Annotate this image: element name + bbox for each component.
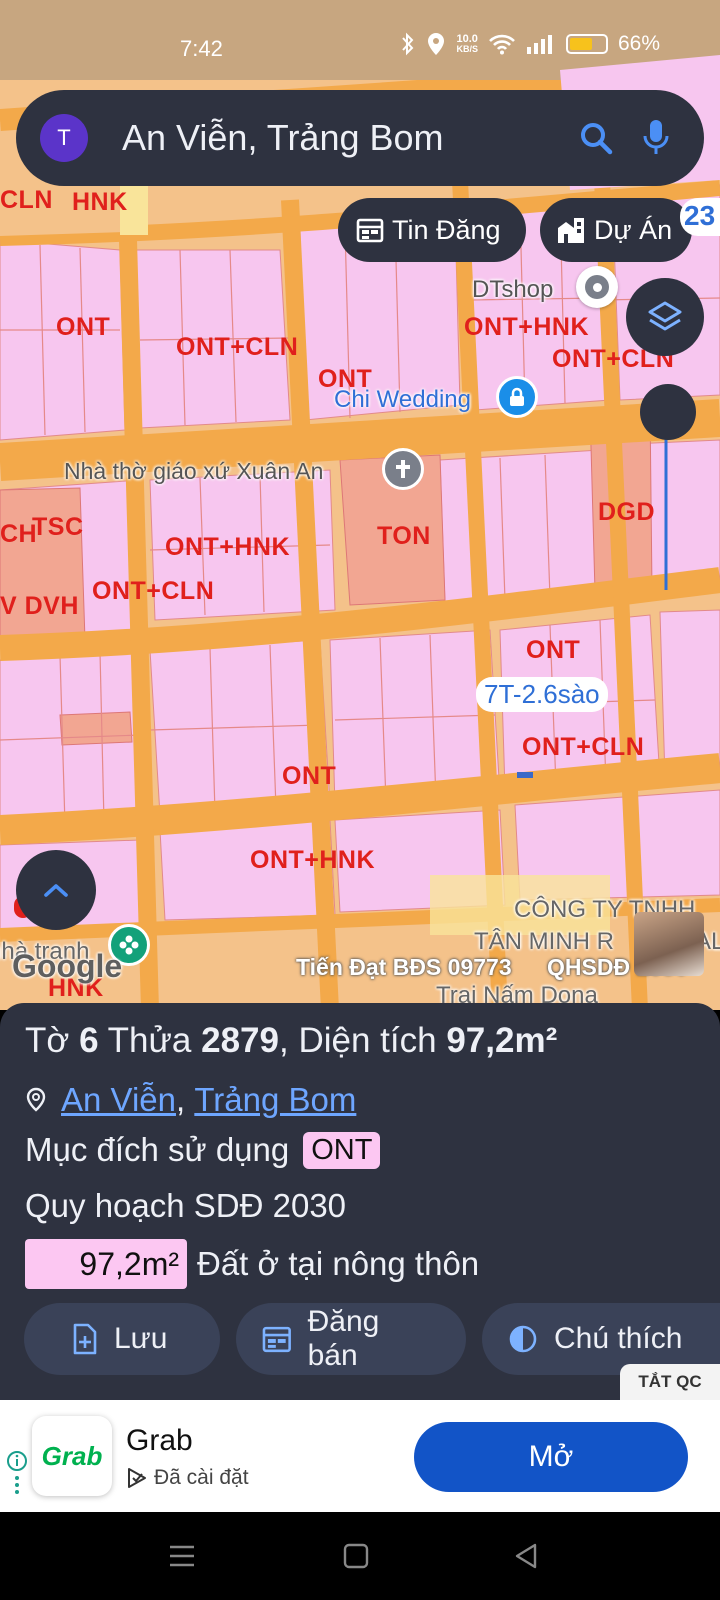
zone-label: TSC	[32, 513, 84, 541]
menu-icon[interactable]	[164, 1538, 200, 1574]
district-link[interactable]: Trảng Bom	[194, 1081, 356, 1119]
play-check-icon	[128, 1468, 146, 1488]
search-input[interactable]: An Viễn, Trảng Bom	[88, 117, 566, 159]
net-speed-value: 10.0	[456, 33, 478, 45]
news-chip-label: Tin Đăng	[392, 214, 501, 245]
search-bar[interactable]: T An Viễn, Trảng Bom	[16, 90, 704, 186]
zone-label: HNK	[72, 188, 128, 216]
plan-title: Quy hoạch SDĐ 2030	[25, 1187, 347, 1224]
profile-thumbnail[interactable]	[634, 912, 704, 976]
status-time: 7:42	[180, 36, 223, 61]
zone-label: ONT+CLN	[176, 333, 299, 361]
purpose-badge: ONT	[303, 1131, 381, 1169]
ad-banner[interactable]: Grab Grab Đã cài đặt Mở	[0, 1400, 720, 1512]
battery-icon	[565, 34, 608, 54]
battery-fill	[569, 38, 593, 50]
news-chip[interactable]: Tin Đăng	[338, 198, 526, 262]
wifi-icon	[489, 34, 515, 55]
sheet-to-label: Tờ	[25, 1021, 70, 1060]
poi-church-label[interactable]: Nhà thờ giáo xứ Xuân An	[64, 458, 323, 485]
home-icon[interactable]	[338, 1538, 374, 1574]
watermark-label: Tiến Đạt BĐS 09773	[296, 954, 512, 980]
zone-label: TON	[377, 522, 431, 550]
lot-tag[interactable]: 7T-2.6sào	[476, 677, 608, 712]
signal-icon	[526, 35, 552, 54]
zone-label: ONT	[282, 762, 337, 790]
poi-wedding-label[interactable]: Chi Wedding	[334, 386, 471, 414]
land-type-label: Đất ở tại nông thôn	[197, 1245, 480, 1282]
microphone-icon[interactable]	[626, 108, 686, 168]
add-file-icon	[73, 1323, 97, 1355]
land-area-row: 97,2m² Đất ở tại nông thôn	[25, 1239, 479, 1289]
grab-logo[interactable]: Grab	[32, 1416, 112, 1496]
status-icons: 10.0 KB/S 66%	[400, 32, 660, 56]
avatar[interactable]: T	[40, 114, 88, 162]
zone-label: ONT	[56, 313, 111, 341]
google-logo: Google	[12, 948, 123, 984]
ad-app-name: Grab	[126, 1424, 193, 1457]
post-sale-button-label: Đăng bán	[307, 1305, 380, 1372]
zone-label: ONT+CLN	[92, 577, 215, 605]
partial-chip-number: 23	[684, 200, 716, 231]
zone-label: ONT+HNK	[165, 533, 291, 561]
land-area-chip: 97,2m²	[25, 1239, 187, 1289]
ad-info-icon[interactable]	[6, 1450, 28, 1505]
search-icon[interactable]	[566, 108, 626, 168]
layers-button[interactable]	[626, 278, 704, 356]
zone-label: ONT+HNK	[464, 313, 590, 341]
zone-label: DGD	[598, 498, 656, 526]
zoom-slider-knob[interactable]	[640, 384, 696, 440]
save-button-label: Lưu	[114, 1322, 168, 1355]
net-speed: 10.0 KB/S	[456, 33, 478, 55]
location-icon	[428, 33, 445, 55]
sheet-area-label: Diện tích	[298, 1021, 437, 1060]
back-icon[interactable]	[508, 1538, 544, 1574]
poi-company-line2[interactable]: TÂN MINH R	[474, 928, 614, 956]
net-speed-unit: KB/S	[456, 44, 478, 54]
zone-label: V DVH	[0, 592, 79, 620]
calendar-icon	[262, 1326, 291, 1353]
legend-button-label: Chú thích	[554, 1322, 683, 1355]
expand-up-button[interactable]	[16, 850, 96, 930]
sheet-thua-value: 2879	[201, 1021, 279, 1060]
sheet-area-value: 97,2m²	[446, 1021, 558, 1060]
poi-dtshop-label[interactable]: DTshop	[472, 276, 553, 304]
commune-link[interactable]: An Viễn	[61, 1081, 176, 1119]
land-purpose-row: Mục đích sử dụng ONT	[25, 1131, 381, 1169]
battery-percent: 66%	[617, 32, 660, 55]
ad-open-button[interactable]: Mở	[414, 1422, 688, 1492]
zone-label: ONT+HNK	[250, 846, 376, 874]
bluetooth-icon	[402, 32, 414, 56]
projects-chip-label: Dự Án	[594, 214, 673, 245]
zone-label: CLN	[0, 186, 53, 214]
partial-chip[interactable]: 23	[680, 198, 720, 236]
purpose-label: Mục đích sử dụng	[25, 1131, 290, 1168]
zone-label: ONT	[526, 636, 581, 664]
chevron-up-icon	[44, 884, 68, 897]
location-pin-icon	[26, 1087, 46, 1112]
layers-icon	[648, 301, 682, 331]
parcel-title: Tờ 6 Thửa 2879, Diện tích 97,2m²	[25, 1021, 557, 1061]
parcel-location: An Viễn, Trảng Bom	[25, 1081, 356, 1119]
zone-label: ONT+CLN	[522, 733, 645, 761]
ad-installed-label: Đã cài đặt	[154, 1466, 249, 1489]
lock-pin-icon[interactable]	[496, 376, 538, 418]
hide-ads-button[interactable]: TẮT QC	[620, 1364, 720, 1400]
sheet-title-comma: ,	[279, 1021, 289, 1060]
projects-chip[interactable]: Dự Án	[540, 198, 692, 262]
system-nav-bar	[0, 1512, 720, 1600]
church-pin-icon[interactable]	[382, 448, 424, 490]
post-sale-button[interactable]: Đăng bán	[236, 1303, 466, 1375]
status-bar: 7:42 10.0 KB/S 66%	[0, 0, 720, 90]
buildings-icon	[558, 218, 584, 243]
parcel-info-sheet: Tờ 6 Thửa 2879, Diện tích 97,2m² An Viễn…	[0, 1003, 720, 1400]
location-comma: ,	[175, 1081, 195, 1118]
poi-dtshop-pin[interactable]	[576, 266, 618, 308]
calendar-icon	[356, 218, 384, 243]
save-button[interactable]: Lưu	[24, 1303, 220, 1375]
contrast-icon	[509, 1325, 537, 1353]
sheet-to-value: 6	[79, 1021, 99, 1060]
ad-installed-status: Đã cài đặt	[126, 1466, 249, 1490]
sheet-thua-label: Thửa	[107, 1021, 192, 1060]
